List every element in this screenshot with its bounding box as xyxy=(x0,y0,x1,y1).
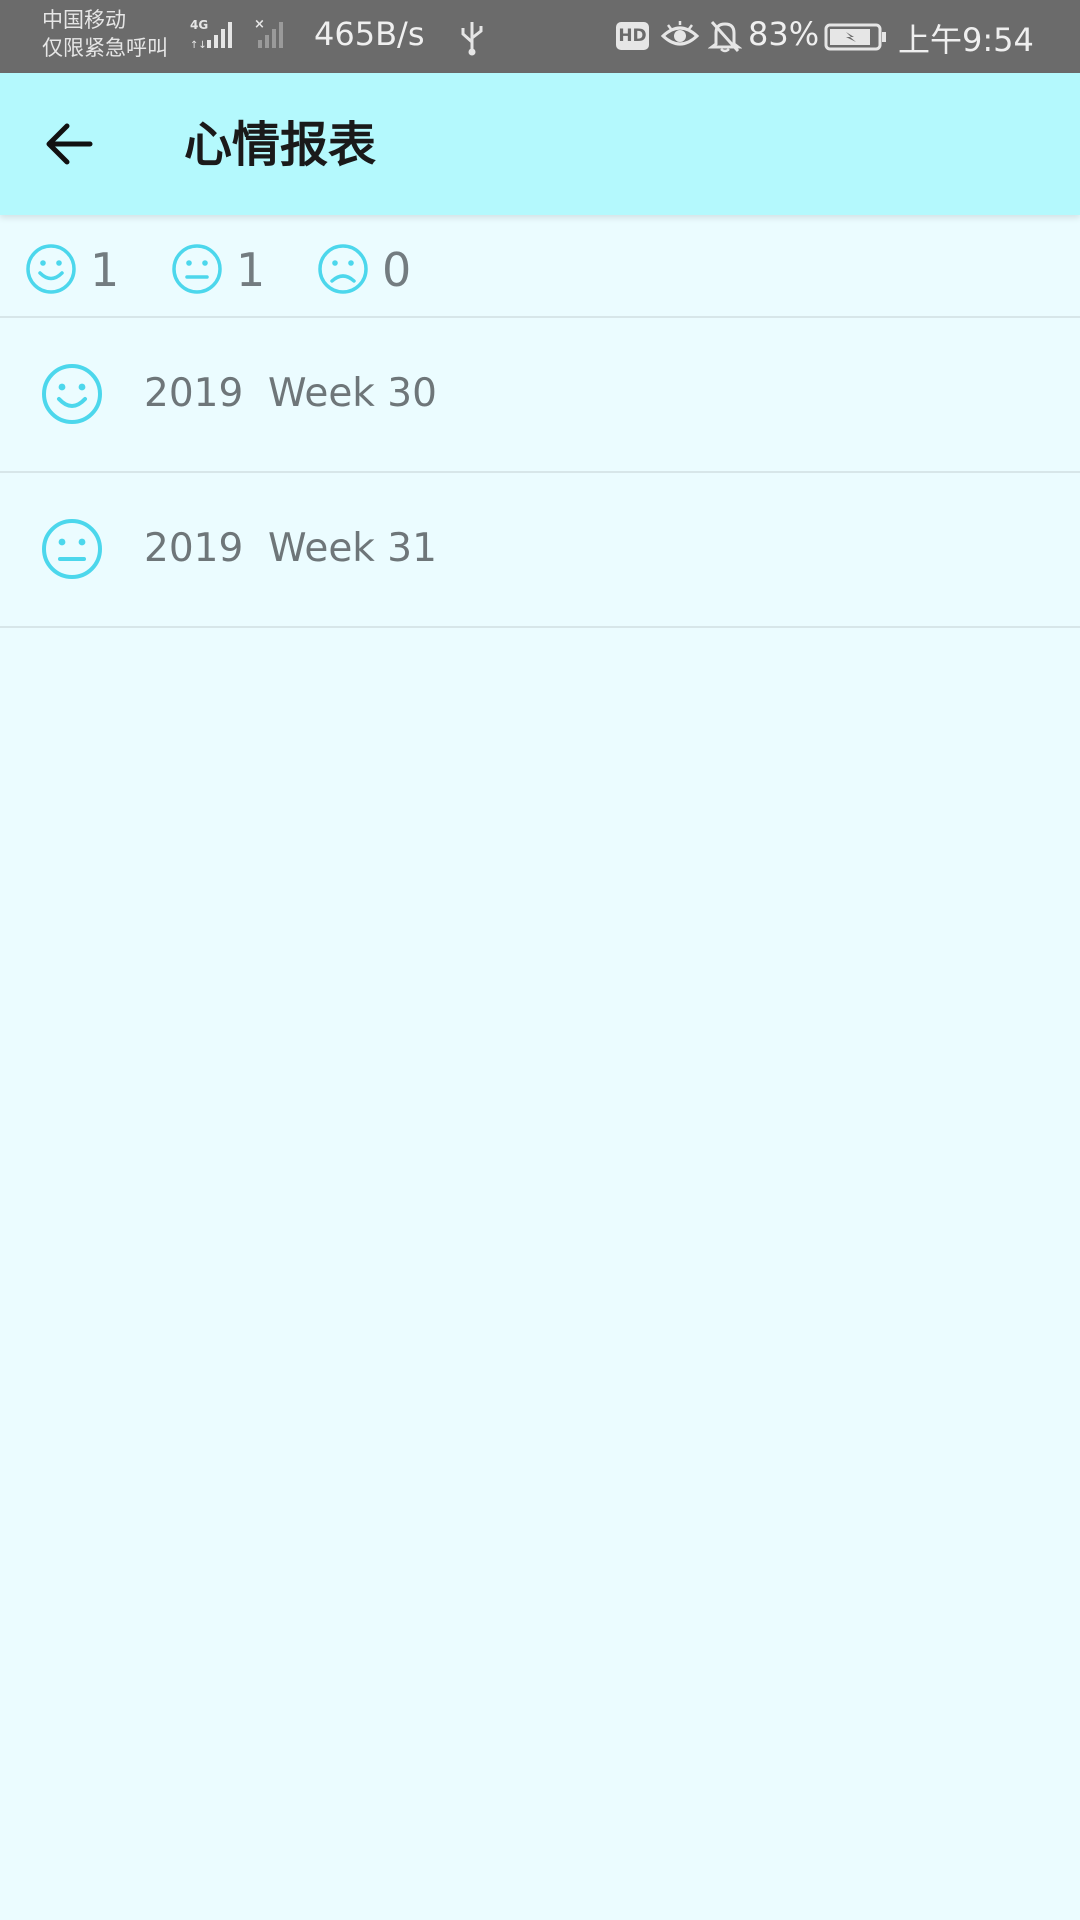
clock: 上午9:54 xyxy=(898,21,1034,59)
back-button[interactable] xyxy=(30,109,110,179)
neutral-face-icon xyxy=(42,519,102,579)
app-bar: 心情报表 xyxy=(0,73,1080,215)
svg-text:×: × xyxy=(254,17,265,32)
carrier-name: 中国移动 xyxy=(42,8,126,32)
page-title: 心情报表 xyxy=(184,117,377,173)
net-speed: 465B/s xyxy=(314,15,425,53)
happy-face-icon xyxy=(42,364,102,424)
hd-icon: HD xyxy=(616,22,649,50)
neutral-count: 1 xyxy=(236,243,266,297)
network-type-label: 4G xyxy=(190,18,208,32)
week-label: 2019 Week 30 xyxy=(144,371,437,416)
battery-percent: 83% xyxy=(748,15,820,53)
week-list: 2019 Week 30 2019 Week 31 xyxy=(0,318,1080,628)
carrier-info: 中国移动 仅限紧急呼叫 xyxy=(42,6,168,62)
status-bar: 中国移动 仅限紧急呼叫 4G ↑↓ × 465B/s HD 83% 上午9:54 xyxy=(0,0,1080,73)
neutral-face-icon xyxy=(172,244,222,294)
signal-bars-icon: 4G ↑↓ xyxy=(190,18,232,51)
svg-text:↑↓: ↑↓ xyxy=(190,40,207,51)
battery-charging-icon xyxy=(824,23,886,51)
happy-count: 1 xyxy=(90,243,120,297)
sad-face-icon xyxy=(318,244,368,294)
sad-count: 0 xyxy=(382,243,412,297)
mood-summary: 1 1 0 xyxy=(0,215,1080,318)
eye-icon xyxy=(660,21,700,46)
week-row-30[interactable]: 2019 Week 30 xyxy=(0,318,1080,473)
bell-off-icon xyxy=(708,20,742,53)
carrier-status: 仅限紧急呼叫 xyxy=(42,36,168,60)
week-row-31[interactable]: 2019 Week 31 xyxy=(0,473,1080,628)
usb-icon xyxy=(461,22,483,56)
arrow-left-icon xyxy=(46,123,93,165)
week-label: 2019 Week 31 xyxy=(144,526,437,571)
happy-face-icon xyxy=(26,244,76,294)
no-signal-icon: × xyxy=(254,17,283,48)
